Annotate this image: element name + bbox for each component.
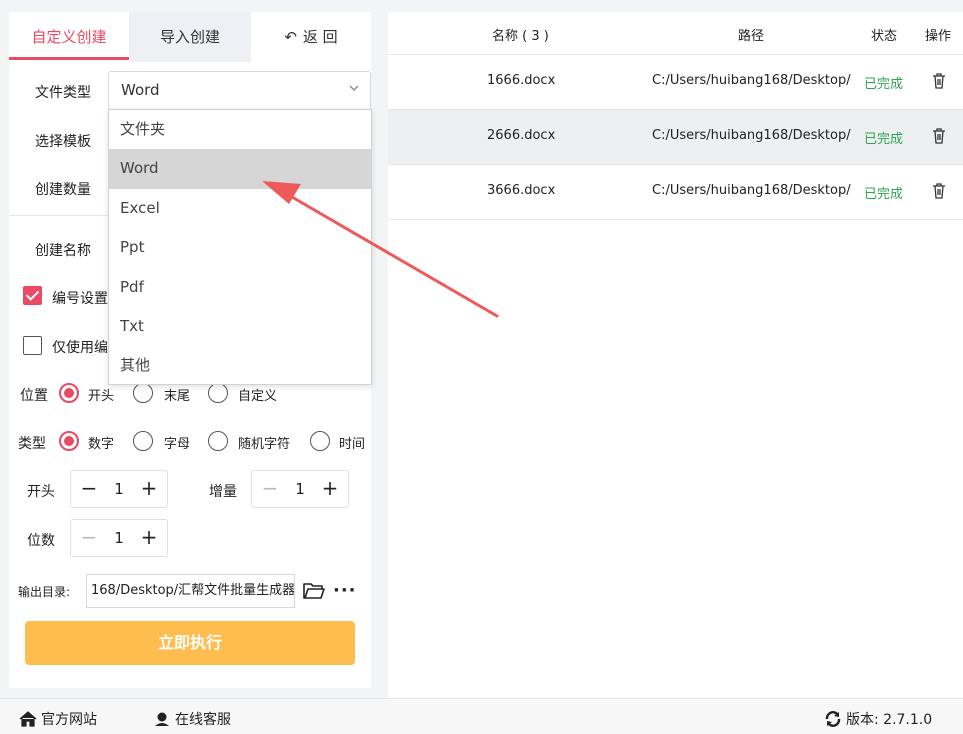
file-name: 2666.docx [487, 128, 556, 143]
digits-stepper[interactable]: − 1 + [70, 519, 168, 557]
position-radio-start[interactable] [59, 383, 79, 403]
type-option-label: 字母 [164, 437, 191, 452]
type-option-label: 随机字符 [238, 437, 291, 452]
file-list-panel: 名称 ( 3 ) 路径 状态 操作 1666.docx C:/Users/hui… [388, 12, 963, 698]
output-dir-field[interactable]: 168/Desktop/汇帮文件批量生成器 [86, 574, 295, 608]
increment-label: 增量 [209, 484, 237, 500]
type-radio-letter[interactable] [133, 431, 153, 451]
dropdown-option-word[interactable]: Word [109, 149, 371, 189]
table-header: 名称 ( 3 ) 路径 状态 操作 [388, 12, 963, 55]
numbering-checkbox[interactable] [23, 286, 42, 305]
plus-icon[interactable]: + [318, 476, 342, 500]
table-row: 2666.docx C:/Users/huibang168/Desktop/ 已… [388, 110, 963, 165]
back-button[interactable]: ↶ 返 回 [251, 12, 371, 62]
refresh-icon [825, 711, 841, 727]
home-icon [19, 711, 37, 727]
file-type-dropdown: 文件夹 Word Excel Ppt Pdf Txt 其他 [108, 109, 372, 385]
type-radio-random[interactable] [208, 431, 228, 451]
type-option-label: 数字 [88, 437, 115, 452]
template-label: 选择模板 [35, 134, 91, 150]
file-path: C:/Users/huibang168/Desktop/ [652, 183, 851, 198]
file-name: 3666.docx [487, 183, 556, 198]
increment-stepper[interactable]: − 1 + [251, 470, 349, 508]
tab-custom-create[interactable]: 自定义创建 [9, 12, 129, 62]
position-radio-custom[interactable] [208, 383, 228, 403]
file-type-label: 文件类型 [35, 85, 91, 101]
chevron-down-icon [349, 85, 359, 91]
back-icon: ↶ [284, 28, 297, 46]
status-badge: 已完成 [864, 77, 904, 92]
header-status: 状态 [871, 29, 898, 44]
trash-icon[interactable] [931, 182, 947, 200]
plus-icon[interactable]: + [137, 476, 161, 500]
dropdown-option-folder[interactable]: 文件夹 [109, 110, 371, 149]
dropdown-option-pdf[interactable]: Pdf [109, 268, 371, 307]
file-type-value: Word [121, 81, 160, 99]
tab-import-create[interactable]: 导入创建 [129, 12, 251, 62]
header-action: 操作 [925, 29, 952, 44]
website-label: 官方网站 [41, 712, 97, 728]
more-icon[interactable]: ··· [333, 580, 357, 601]
trash-icon[interactable] [931, 127, 947, 145]
back-label: 返 回 [302, 28, 338, 46]
type-radio-time[interactable] [310, 431, 330, 451]
position-option-label: 开头 [88, 389, 115, 404]
trash-icon[interactable] [931, 72, 947, 90]
support-link[interactable]: 在线客服 [153, 709, 231, 729]
status-badge: 已完成 [864, 187, 904, 202]
file-name: 1666.docx [487, 73, 556, 88]
file-path: C:/Users/huibang168/Desktop/ [652, 73, 851, 88]
start-label: 开头 [27, 484, 55, 500]
output-label: 输出目录: [18, 585, 71, 599]
count-label: 创建数量 [35, 182, 91, 198]
type-label: 类型 [18, 436, 46, 452]
position-radio-end[interactable] [133, 383, 153, 403]
version-info: 版本: 2.7.1.0 [824, 709, 932, 729]
folder-open-icon[interactable] [303, 582, 325, 600]
numbering-label: 编号设置 [52, 291, 108, 307]
digits-label: 位数 [27, 533, 55, 549]
position-option-label: 末尾 [164, 389, 191, 404]
position-option-label: 自定义 [238, 389, 278, 404]
type-option-label: 时间 [339, 437, 366, 452]
header-path: 路径 [738, 29, 765, 44]
status-badge: 已完成 [864, 132, 904, 147]
table-row: 1666.docx C:/Users/huibang168/Desktop/ 已… [388, 55, 963, 110]
name-label: 创建名称 [35, 243, 91, 259]
support-icon [155, 712, 169, 726]
file-type-select[interactable]: Word [108, 71, 371, 110]
type-radio-number[interactable] [59, 431, 79, 451]
footer-bar: 官方网站 在线客服 版本: 2.7.1.0 [0, 698, 963, 734]
dropdown-option-ppt[interactable]: Ppt [109, 228, 371, 267]
only-number-label: 仅使用编 [52, 340, 108, 356]
dropdown-option-excel[interactable]: Excel [109, 189, 371, 228]
only-number-checkbox[interactable] [23, 336, 42, 355]
file-path: C:/Users/huibang168/Desktop/ [652, 128, 851, 143]
header-name: 名称 ( 3 ) [492, 29, 549, 44]
run-button[interactable]: 立即执行 [25, 621, 355, 665]
position-label: 位置 [20, 388, 48, 404]
plus-icon[interactable]: + [137, 525, 161, 549]
start-stepper[interactable]: − 1 + [70, 470, 168, 508]
dropdown-option-txt[interactable]: Txt [109, 307, 371, 346]
dropdown-option-other[interactable]: 其他 [109, 346, 371, 385]
website-link[interactable]: 官方网站 [19, 709, 97, 729]
table-row: 3666.docx C:/Users/huibang168/Desktop/ 已… [388, 165, 963, 220]
version-label: 版本: 2.7.1.0 [846, 712, 933, 728]
creation-tabs: 自定义创建 导入创建 ↶ 返 回 [9, 12, 371, 62]
support-label: 在线客服 [175, 712, 231, 728]
